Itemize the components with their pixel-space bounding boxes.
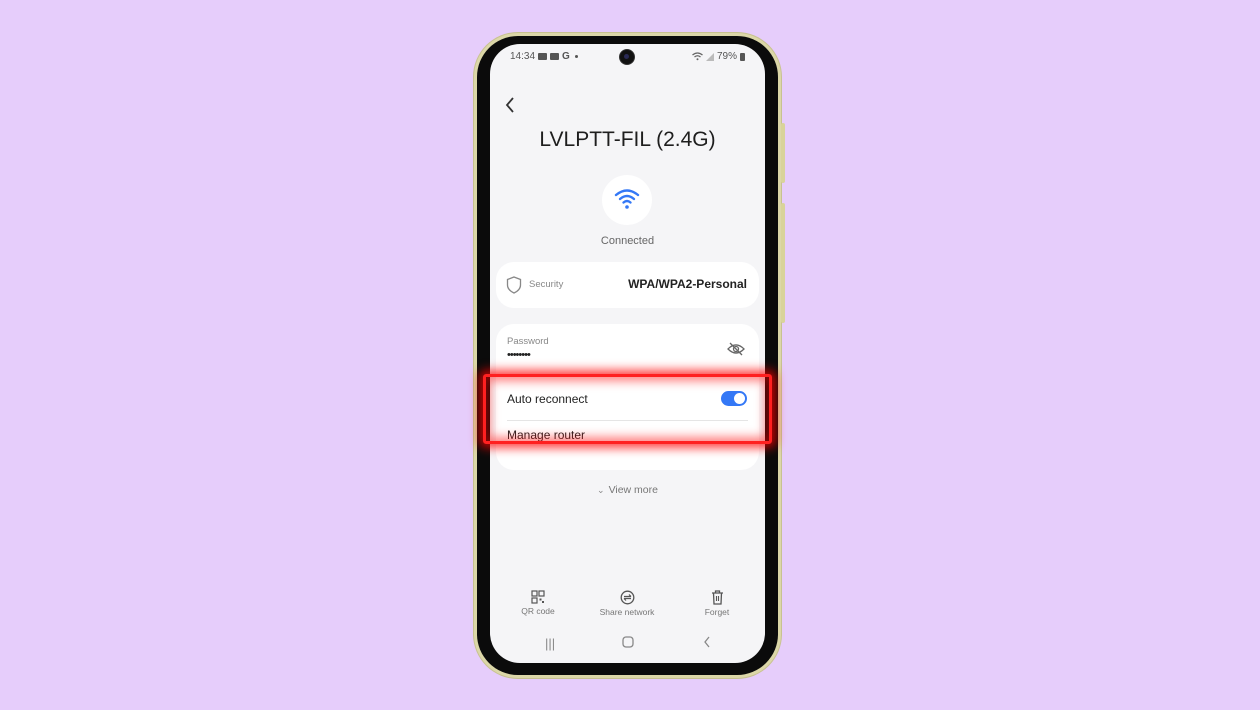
- forget-label: Forget: [704, 607, 730, 617]
- shield-icon: [506, 276, 522, 294]
- gallery-notification-icon: [550, 53, 560, 60]
- eye-off-icon[interactable]: [727, 342, 745, 356]
- security-label: Security: [529, 279, 564, 290]
- network-title: LVLPTT-FIL (2.4G): [539, 128, 716, 151]
- google-notification-icon: G: [562, 51, 570, 62]
- system-nav-bar: |||: [490, 636, 765, 656]
- auto-reconnect-toggle[interactable]: [721, 391, 747, 406]
- wifi-icon: [614, 189, 640, 209]
- password-label: Password: [507, 336, 549, 347]
- home-button[interactable]: [622, 636, 634, 651]
- share-network-icon: [620, 590, 634, 605]
- share-network-button[interactable]: Share network: [587, 590, 667, 617]
- signal-icon: [705, 52, 714, 61]
- phone-frame: 14:34 G 79% LVLPTT-FIL (2.4G) Connected …: [474, 33, 785, 678]
- power-button: [781, 203, 785, 323]
- battery-icon: [740, 52, 745, 61]
- more-notifications-icon: [574, 55, 578, 58]
- wifi-status-badge: [602, 175, 652, 225]
- youtube-notification-icon: [538, 53, 548, 60]
- back-button[interactable]: [504, 96, 516, 118]
- security-value: WPA/WPA2-Personal: [628, 277, 747, 291]
- chevron-left-icon: [505, 97, 514, 113]
- action-bar: QR code Share network Forget: [490, 590, 765, 624]
- qr-code-button[interactable]: QR code: [498, 590, 578, 616]
- password-field[interactable]: ••••••••: [507, 349, 531, 361]
- connection-status: Connected: [600, 235, 655, 247]
- front-camera: [620, 50, 634, 64]
- volume-button: [781, 123, 785, 183]
- chevron-down-icon: ⌄: [597, 485, 605, 495]
- recents-button[interactable]: |||: [545, 636, 555, 651]
- view-more-button[interactable]: ⌄ View more: [490, 484, 765, 496]
- forget-button[interactable]: Forget: [677, 590, 757, 617]
- view-more-label: View more: [608, 484, 658, 496]
- manage-router-link[interactable]: Manage router: [507, 428, 585, 442]
- divider: [507, 420, 748, 421]
- nav-back-icon: [704, 636, 710, 648]
- auto-reconnect-label: Auto reconnect: [507, 392, 588, 406]
- qr-code-icon: [531, 590, 545, 604]
- battery-percent: 79%: [716, 51, 737, 62]
- status-time: 14:34: [510, 51, 536, 62]
- auto-reconnect-row[interactable]: Auto reconnect: [496, 376, 759, 420]
- security-card: Security WPA/WPA2-Personal: [496, 262, 759, 308]
- phone-screen: 14:34 G 79% LVLPTT-FIL (2.4G) Connected …: [490, 44, 765, 663]
- network-settings-card: Password •••••••• Auto reconnect Manage …: [496, 324, 759, 470]
- wifi-status-icon: [692, 52, 703, 61]
- nav-back-button[interactable]: [703, 636, 711, 651]
- qr-code-label: QR code: [521, 606, 555, 616]
- share-network-label: Share network: [599, 607, 655, 617]
- trash-icon: [711, 590, 723, 605]
- home-icon: [622, 636, 634, 648]
